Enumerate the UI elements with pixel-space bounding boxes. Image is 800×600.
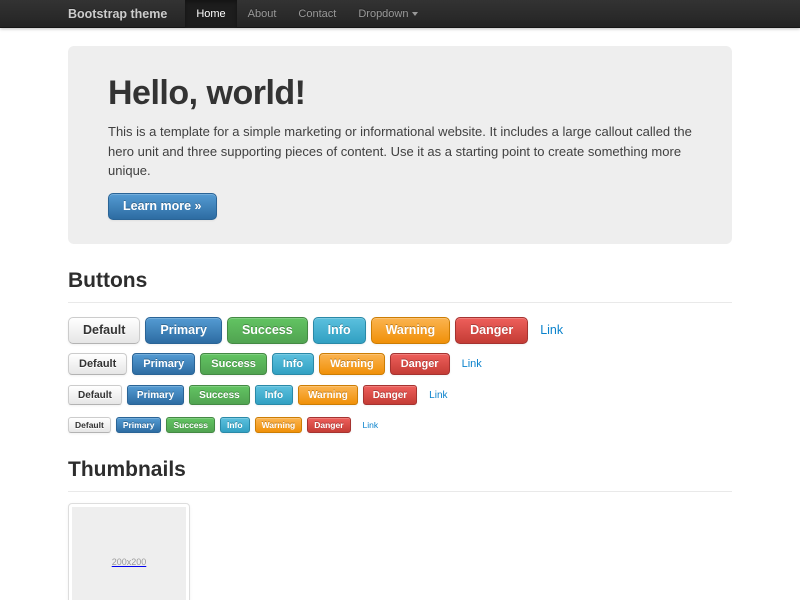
button-default-large[interactable]: Default (68, 317, 140, 344)
button-info-mini[interactable]: Info (220, 417, 250, 433)
button-row-default: DefaultPrimarySuccessInfoWarningDanger Li… (68, 353, 732, 375)
thumbnails-section-heading: Thumbnails (68, 458, 732, 482)
button-danger-mini[interactable]: Danger (307, 417, 350, 433)
button-info-default[interactable]: Info (272, 353, 314, 375)
button-success-mini[interactable]: Success (166, 417, 215, 433)
button-link-large[interactable]: Link (540, 317, 563, 344)
chevron-down-icon (412, 12, 418, 16)
button-default-default[interactable]: Default (68, 353, 127, 375)
thumbnails-section-divider (68, 491, 732, 492)
learn-more-button[interactable]: Learn more » (108, 193, 217, 220)
button-primary-large[interactable]: Primary (145, 317, 222, 344)
button-link-default[interactable]: Link (462, 353, 482, 375)
button-warning-small[interactable]: Warning (298, 385, 358, 405)
button-info-large[interactable]: Info (313, 317, 366, 344)
button-link-small[interactable]: Link (429, 385, 447, 405)
button-success-large[interactable]: Success (227, 317, 308, 344)
nav-item-dropdown[interactable]: Dropdown (347, 0, 429, 28)
button-warning-default[interactable]: Warning (319, 353, 385, 375)
buttons-section-divider (68, 302, 732, 303)
button-warning-large[interactable]: Warning (371, 317, 451, 344)
button-info-small[interactable]: Info (255, 385, 293, 405)
hero-unit: Hello, world! This is a template for a s… (68, 46, 732, 244)
nav-item-dropdown-label: Dropdown (358, 0, 408, 28)
hero-title: Hello, world! (108, 74, 692, 113)
button-warning-mini[interactable]: Warning (255, 417, 303, 433)
button-primary-mini[interactable]: Primary (116, 417, 162, 433)
button-link-mini[interactable]: Link (363, 417, 379, 433)
button-danger-small[interactable]: Danger (363, 385, 417, 405)
nav-item-about[interactable]: About (237, 0, 288, 28)
main-content: Hello, world! This is a template for a s… (68, 46, 732, 600)
button-success-small[interactable]: Success (189, 385, 250, 405)
button-rows: DefaultPrimarySuccessInfoWarningDangerLi… (68, 317, 732, 434)
placeholder-image: 200x200 (72, 507, 186, 600)
button-danger-default[interactable]: Danger (390, 353, 450, 375)
buttons-section-heading: Buttons (68, 269, 732, 293)
button-success-default[interactable]: Success (200, 353, 267, 375)
nav-item-home[interactable]: Home (185, 0, 236, 28)
nav-item-contact[interactable]: Contact (287, 0, 347, 28)
button-primary-default[interactable]: Primary (132, 353, 195, 375)
button-row-large: DefaultPrimarySuccessInfoWarningDanger Li… (68, 317, 732, 344)
button-default-small[interactable]: Default (68, 385, 122, 405)
hero-description: This is a template for a simple marketin… (108, 122, 692, 181)
button-danger-large[interactable]: Danger (455, 317, 528, 344)
navbar: Bootstrap theme Home About Contact Dropd… (0, 0, 800, 28)
button-primary-small[interactable]: Primary (127, 385, 184, 405)
brand-link[interactable]: Bootstrap theme (68, 0, 185, 28)
navbar-inner: Bootstrap theme Home About Contact Dropd… (68, 0, 732, 28)
button-default-mini[interactable]: Default (68, 417, 111, 433)
thumbnail-item[interactable]: 200x200 (68, 503, 190, 600)
button-row-mini: Default PrimarySuccess Info WarningDanger Li… (68, 415, 732, 433)
placeholder-label: 200x200 (112, 557, 147, 567)
button-row-small: DefaultPrimarySuccessInfoWarningDanger Li… (68, 385, 732, 406)
